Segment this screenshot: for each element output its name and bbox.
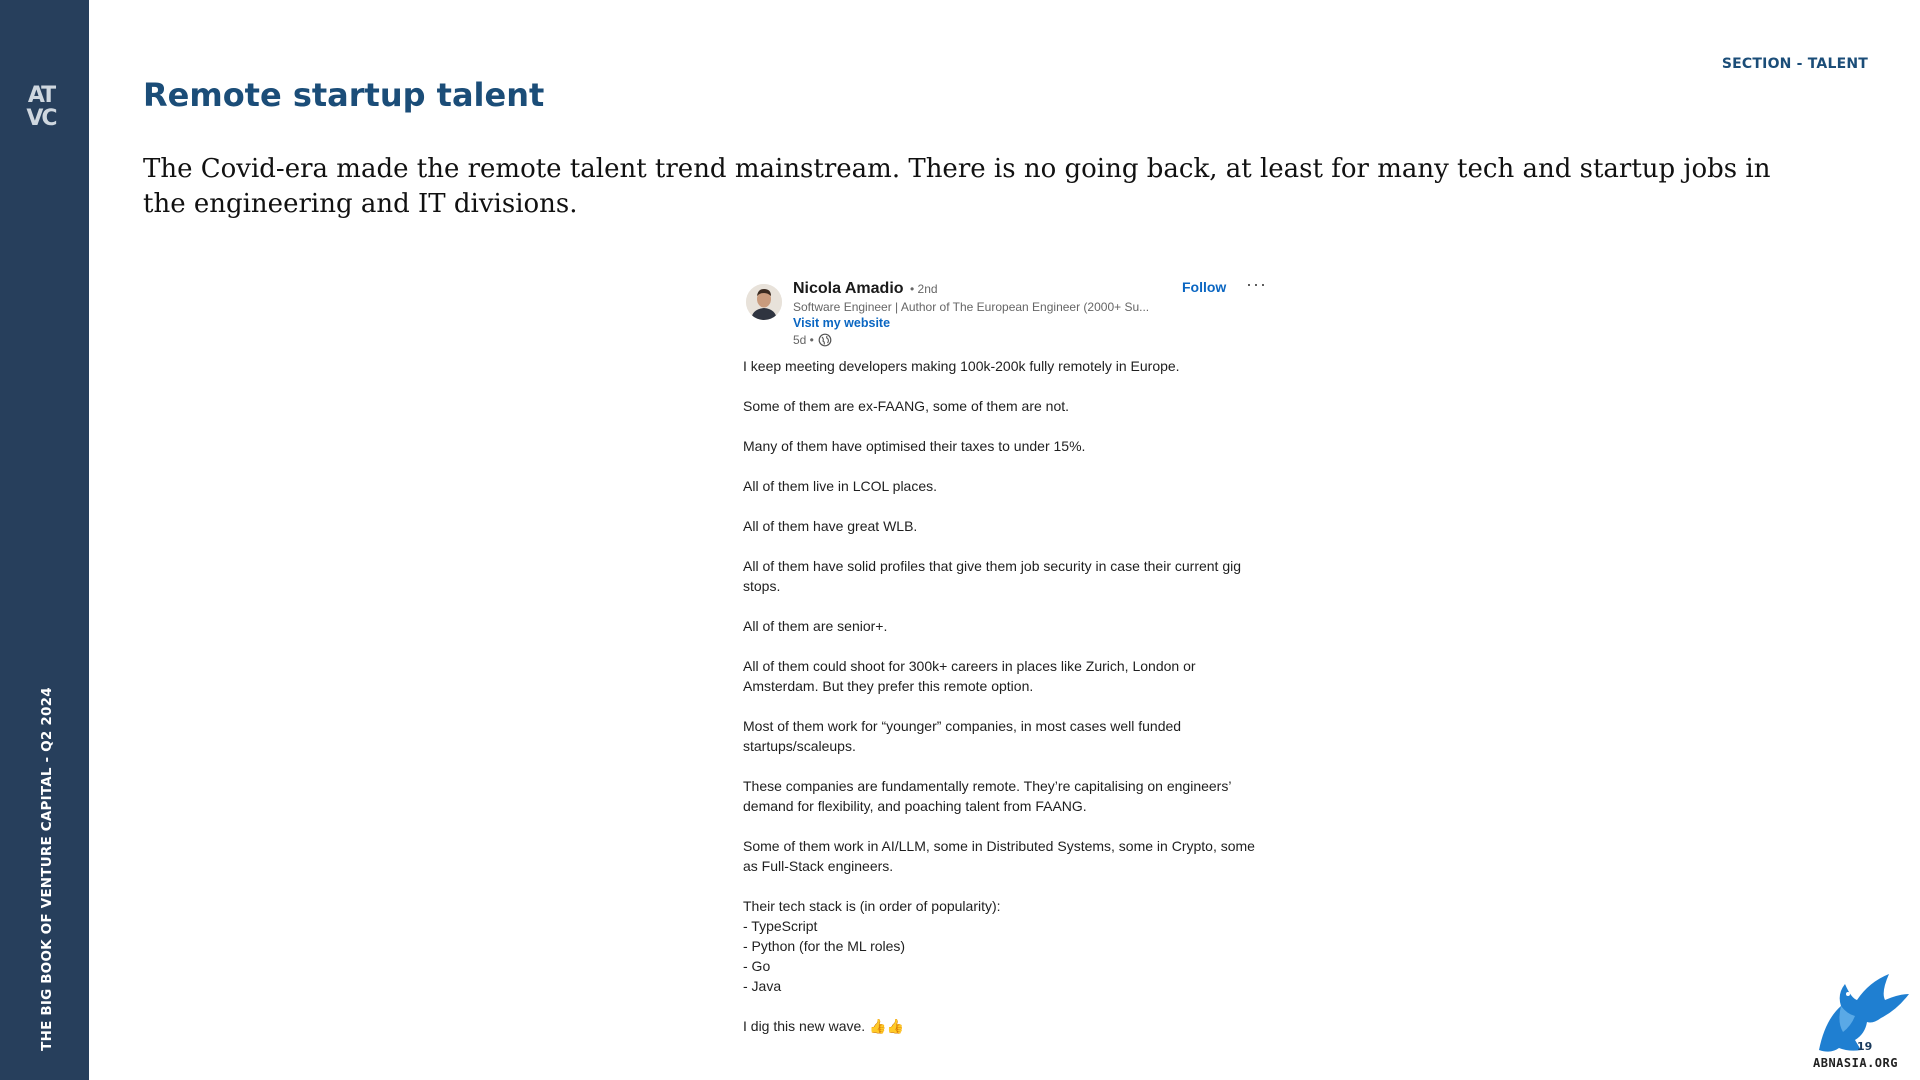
connection-degree: • 2nd: [910, 282, 938, 296]
svg-text:AT: AT: [28, 83, 56, 108]
more-options-icon[interactable]: ···: [1246, 274, 1267, 295]
stack-item: - Go: [743, 958, 771, 974]
post-closing: I dig this new wave. 👍👍: [743, 1018, 904, 1034]
post-paragraph: These companies are fundamentally remote…: [743, 778, 1231, 814]
vertical-label-wrap: THE BIG BOOK OF VENTURE CAPITAL - Q2 202…: [35, 687, 59, 1051]
page-title: Remote startup talent: [143, 76, 545, 114]
linkedin-post: Nicola Amadio • 2nd Software Engineer | …: [742, 274, 1282, 1038]
stack-item: - Java: [743, 978, 782, 994]
stack-item: - TypeScript: [743, 918, 818, 934]
author-name-text[interactable]: Nicola Amadio: [793, 280, 904, 297]
avatar-person-icon: [746, 284, 782, 320]
avatar[interactable]: [746, 284, 782, 320]
post-body: I keep meeting developers making 100k-20…: [743, 356, 1273, 1056]
watermark-text: ABNASIA.ORG: [1813, 1056, 1898, 1070]
sidebar: AT VC THE BIG BOOK OF VENTURE CAPITAL - …: [0, 0, 89, 1080]
follow-button[interactable]: Follow: [1182, 279, 1226, 295]
post-paragraph: All of them live in LCOL places.: [743, 478, 938, 494]
post-paragraph: All of them could shoot for 300k+ career…: [743, 658, 1196, 694]
post-paragraph: All of them are senior+.: [743, 618, 888, 634]
post-paragraph: Many of them have optimised their taxes …: [743, 438, 1086, 454]
post-paragraph: Most of them work for “younger” companie…: [743, 718, 1182, 754]
post-age: 5d •: [793, 333, 814, 347]
post-paragraph: All of them have solid profiles that giv…: [743, 558, 1242, 594]
post-meta: 5d •: [793, 333, 832, 347]
eagle-logo: 19 ABNASIA.ORG: [1813, 974, 1909, 1070]
globe-icon: [818, 333, 832, 347]
tech-stack-list: Their tech stack is (in order of popular…: [743, 896, 1273, 996]
vertical-book-label: THE BIG BOOK OF VENTURE CAPITAL - Q2 202…: [39, 686, 55, 1051]
post-paragraph: Some of them are ex-FAANG, some of them …: [743, 398, 1070, 414]
stack-intro: Their tech stack is (in order of popular…: [743, 898, 1001, 914]
intro-paragraph: The Covid-era made the remote talent tre…: [143, 154, 1771, 219]
atvc-logo: AT VC: [26, 83, 58, 128]
visit-website-link[interactable]: Visit my website: [793, 316, 890, 330]
eagle-badge-number: 19: [1857, 1040, 1872, 1053]
svg-text:VC: VC: [26, 106, 56, 128]
post-paragraph: I keep meeting developers making 100k-20…: [743, 358, 1180, 374]
post-paragraph: All of them have great WLB.: [743, 518, 918, 534]
section-label: SECTION - TALENT: [1721, 56, 1868, 72]
stack-item: - Python (for the ML roles): [743, 938, 906, 954]
author-name[interactable]: Nicola Amadio • 2nd: [793, 280, 938, 298]
author-headline: Software Engineer | Author of The Europe…: [793, 300, 1150, 314]
post-paragraph: Some of them work in AI/LLM, some in Dis…: [743, 838, 1255, 874]
